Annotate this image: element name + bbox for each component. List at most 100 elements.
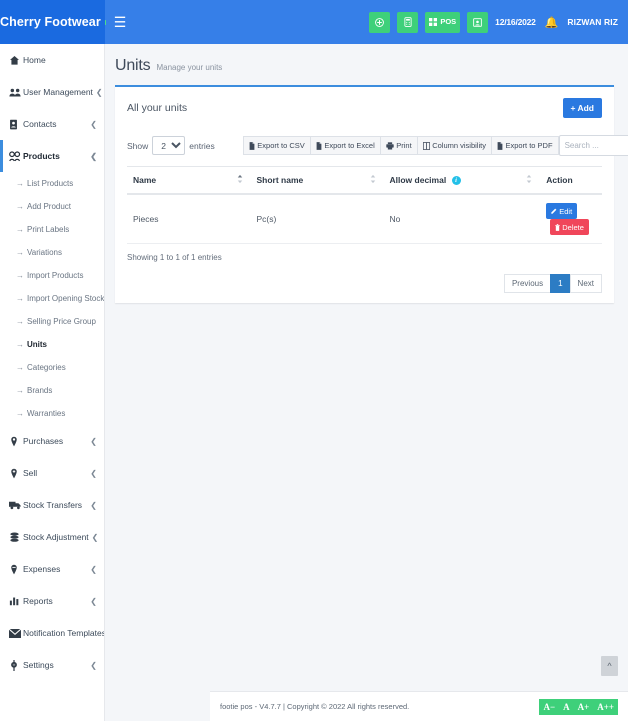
sidebar-item-sell[interactable]: Sell ❮ bbox=[0, 457, 104, 489]
sidebar-item-products[interactable]: Products ❮ bbox=[0, 140, 104, 172]
column-header-short-name[interactable]: Short name bbox=[250, 166, 384, 196]
submenu-item-import-products[interactable]: → Import Products bbox=[0, 264, 104, 287]
footer-text: footie pos - V4.7.7 | Copyright © 2022 A… bbox=[220, 702, 410, 711]
datatable-info: Showing 1 to 1 of 1 entries bbox=[127, 253, 222, 263]
sidebar-item-stock-transfers[interactable]: Stock Transfers ❮ bbox=[0, 489, 104, 521]
entries-label: entries bbox=[189, 140, 215, 151]
add-button[interactable]: + Add bbox=[562, 98, 602, 118]
page-length-control: Show 25 50 100 entries bbox=[127, 136, 215, 155]
top-navbar: Cherry Footwear ☰ POS 12/16/2022 🔔 RIZWA… bbox=[0, 0, 628, 44]
edit-button[interactable]: Edit bbox=[546, 203, 578, 220]
page-length-select[interactable]: 25 50 100 bbox=[152, 136, 186, 155]
user-menu[interactable]: RIZWAN RIZ bbox=[567, 17, 618, 27]
arrow-right-icon: → bbox=[16, 294, 24, 303]
font-decrease-button[interactable]: A− bbox=[539, 698, 560, 715]
export-excel-button[interactable]: Export to Excel bbox=[310, 136, 381, 155]
sell-icon bbox=[9, 468, 23, 479]
datatable-toolbar: Show 25 50 100 entries Export to CSV bbox=[127, 129, 628, 166]
hamburger-icon[interactable]: ☰ bbox=[105, 0, 135, 44]
edit-button-label: Edit bbox=[559, 206, 573, 216]
header-date: 12/16/2022 bbox=[495, 17, 536, 27]
sidebar-item-purchases[interactable]: Purchases ❮ bbox=[0, 425, 104, 457]
chart-icon bbox=[9, 596, 23, 606]
export-excel-label: Export to Excel bbox=[324, 141, 375, 150]
delete-button-label: Delete bbox=[562, 222, 584, 232]
sidebar-item-label: Sell bbox=[23, 468, 38, 478]
show-label: Show bbox=[127, 140, 149, 151]
sidebar-item-contacts[interactable]: Contacts ❮ bbox=[0, 108, 104, 140]
export-csv-button[interactable]: Export to CSV bbox=[242, 136, 311, 155]
sidebar-item-reports[interactable]: Reports ❮ bbox=[0, 585, 104, 617]
column-visibility-button[interactable]: Column visibility bbox=[417, 136, 492, 155]
sidebar-item-label: Purchases bbox=[23, 436, 64, 446]
column-visibility-label: Column visibility bbox=[432, 141, 486, 150]
datatable-footer: Showing 1 to 1 of 1 entries Previous 1 N… bbox=[127, 244, 602, 294]
arrow-right-icon: → bbox=[16, 202, 24, 211]
pagination-next[interactable]: Next bbox=[569, 274, 602, 294]
submenu-item-selling-price-group[interactable]: → Selling Price Group bbox=[0, 310, 104, 333]
submenu-item-units[interactable]: → Units bbox=[0, 333, 104, 356]
sidebar-item-user-management[interactable]: User Management ❮ bbox=[0, 76, 104, 108]
contacts-icon bbox=[9, 119, 23, 130]
print-button[interactable]: Print bbox=[380, 136, 418, 155]
cell-allow-decimal: No bbox=[383, 194, 541, 245]
sidebar-item-label: Expenses bbox=[23, 564, 61, 574]
submenu-item-print-labels[interactable]: → Print Labels bbox=[0, 218, 104, 241]
pagination-page-1[interactable]: 1 bbox=[550, 274, 571, 294]
font-increase-more-button[interactable]: A++ bbox=[593, 698, 618, 715]
submenu-item-label: Selling Price Group bbox=[27, 317, 96, 326]
gear-icon bbox=[9, 659, 23, 671]
sidebar-item-expenses[interactable]: Expenses ❮ bbox=[0, 553, 104, 585]
submenu-item-import-opening-stock[interactable]: → Import Opening Stock bbox=[0, 287, 104, 310]
column-header-name[interactable]: Name bbox=[127, 166, 251, 196]
submenu-item-add-product[interactable]: → Add Product bbox=[0, 195, 104, 218]
submenu-item-variations[interactable]: → Variations bbox=[0, 241, 104, 264]
arrow-right-icon: → bbox=[16, 248, 24, 257]
table-body: Pieces Pc(s) No Edit Delete bbox=[127, 194, 602, 245]
add-icon-button[interactable] bbox=[369, 11, 391, 33]
pos-icon bbox=[429, 18, 438, 26]
pos-button[interactable]: POS bbox=[425, 11, 461, 33]
font-increase-button[interactable]: A+ bbox=[573, 698, 594, 715]
submenu-item-label: Import Opening Stock bbox=[27, 294, 105, 303]
export-pdf-button[interactable]: Export to PDF bbox=[491, 136, 559, 155]
info-icon[interactable]: i bbox=[451, 176, 461, 186]
expenses-icon bbox=[9, 564, 23, 575]
arrow-right-icon: → bbox=[16, 409, 24, 418]
export-pdf-label: Export to PDF bbox=[505, 141, 553, 150]
products-submenu: → List Products → Add Product → Print La… bbox=[0, 172, 104, 425]
submenu-item-list-products[interactable]: → List Products bbox=[0, 172, 104, 195]
font-normal-button[interactable]: A bbox=[559, 698, 574, 715]
dashboard-icon-button[interactable] bbox=[467, 11, 489, 33]
brand-logo[interactable]: Cherry Footwear bbox=[0, 0, 105, 44]
font-size-controls: A− A A+ A++ bbox=[539, 698, 618, 715]
bell-icon[interactable]: 🔔 bbox=[543, 16, 561, 29]
submenu-item-categories[interactable]: → Categories bbox=[0, 356, 104, 379]
columns-icon bbox=[422, 141, 430, 150]
file-csv-icon bbox=[249, 141, 255, 150]
search-input[interactable] bbox=[558, 135, 628, 156]
chevron-left-icon: ❮ bbox=[90, 151, 97, 161]
scroll-to-top-button[interactable]: ^ bbox=[601, 656, 618, 676]
submenu-item-warranties[interactable]: → Warranties bbox=[0, 402, 104, 425]
delete-button[interactable]: Delete bbox=[550, 219, 589, 236]
calculator-icon-button[interactable] bbox=[397, 11, 419, 33]
sidebar-item-settings[interactable]: Settings ❮ bbox=[0, 649, 104, 681]
sidebar-item-label: Notification Templates bbox=[23, 628, 105, 638]
page-subtitle: Manage your units bbox=[156, 63, 223, 72]
card-title: All your units bbox=[127, 102, 188, 114]
pagination-previous[interactable]: Previous bbox=[503, 274, 552, 294]
arrow-right-icon: → bbox=[16, 179, 24, 188]
submenu-item-brands[interactable]: → Brands bbox=[0, 379, 104, 402]
sidebar-item-home[interactable]: Home bbox=[0, 44, 104, 76]
sort-icon bbox=[526, 174, 532, 186]
submenu-item-label: Categories bbox=[27, 363, 66, 372]
column-header-allow-decimal[interactable]: Allow decimal i bbox=[383, 166, 541, 196]
submenu-item-label: Print Labels bbox=[27, 225, 70, 234]
sort-icon bbox=[237, 174, 243, 186]
chevron-up-icon: ^ bbox=[607, 661, 612, 671]
cell-action: Edit Delete bbox=[540, 194, 602, 245]
submenu-item-label: Brands bbox=[27, 386, 53, 395]
sidebar-item-notification-templates[interactable]: Notification Templates bbox=[0, 617, 104, 649]
sidebar-item-stock-adjustment[interactable]: Stock Adjustment ❮ bbox=[0, 521, 104, 553]
